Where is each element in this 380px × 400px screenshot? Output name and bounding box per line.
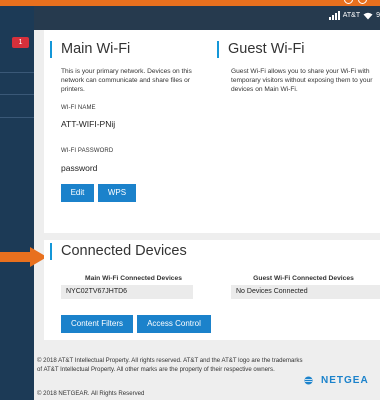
notification-badge[interactable]: 1 xyxy=(12,37,29,48)
main-wifi-title: Main Wi-Fi xyxy=(50,41,130,58)
carrier-label: AT&T xyxy=(342,12,361,19)
callout-arrow-icon xyxy=(0,247,47,267)
footer-copyright-att: © 2018 AT&T Intellectual Property. All r… xyxy=(37,357,303,373)
signal-icon xyxy=(328,11,340,20)
status-bar: AT&T 9 xyxy=(34,6,380,30)
guest-wifi-title: Guest Wi-Fi xyxy=(217,41,305,58)
settings-icon[interactable] xyxy=(358,0,367,4)
sidebar-divider xyxy=(0,117,34,118)
globe-icon xyxy=(304,376,313,385)
sidebar-divider xyxy=(0,94,34,95)
wifi-icon xyxy=(363,12,373,19)
brand-name: NETGEA xyxy=(321,375,369,386)
wifi-password-label: WI-FI PASSWORD xyxy=(61,148,114,154)
content-filters-button[interactable]: Content Filters xyxy=(61,315,133,333)
wifi-password-value: password xyxy=(61,163,98,173)
connected-devices-card: Connected Devices Main Wi-Fi Connected D… xyxy=(44,240,380,340)
footer-copyright-netgear: © 2018 NETGEAR. All Rights Reserved xyxy=(37,390,145,397)
status-indicators: AT&T 9 xyxy=(328,11,380,20)
wifi-card: Main Wi-Fi This is your primary network.… xyxy=(44,30,380,233)
brand-logo: NETGEA xyxy=(304,375,369,386)
guest-wifi-description: Guest Wi-Fi allows you to share your Wi-… xyxy=(231,68,373,93)
battery-label: 9 xyxy=(376,12,380,19)
main-device-item[interactable]: NYC02TV67JHTD6 xyxy=(61,285,193,299)
guest-device-item: No Devices Connected xyxy=(231,285,380,299)
guest-devices-header: Guest Wi-Fi Connected Devices xyxy=(253,275,354,282)
main-wifi-description: This is your primary network. Devices on… xyxy=(61,68,192,93)
connected-devices-title: Connected Devices xyxy=(50,243,187,260)
access-control-button[interactable]: Access Control xyxy=(137,315,211,333)
main-devices-header: Main Wi-Fi Connected Devices xyxy=(85,275,182,282)
help-icon[interactable] xyxy=(344,0,353,4)
edit-button[interactable]: Edit xyxy=(61,184,94,202)
sidebar-divider xyxy=(0,72,34,73)
wifi-name-value: ATT-WIFI-PNij xyxy=(61,119,116,129)
sidebar xyxy=(0,6,34,400)
wps-button[interactable]: WPS xyxy=(98,184,136,202)
wifi-name-label: WI-FI NAME xyxy=(61,105,96,111)
